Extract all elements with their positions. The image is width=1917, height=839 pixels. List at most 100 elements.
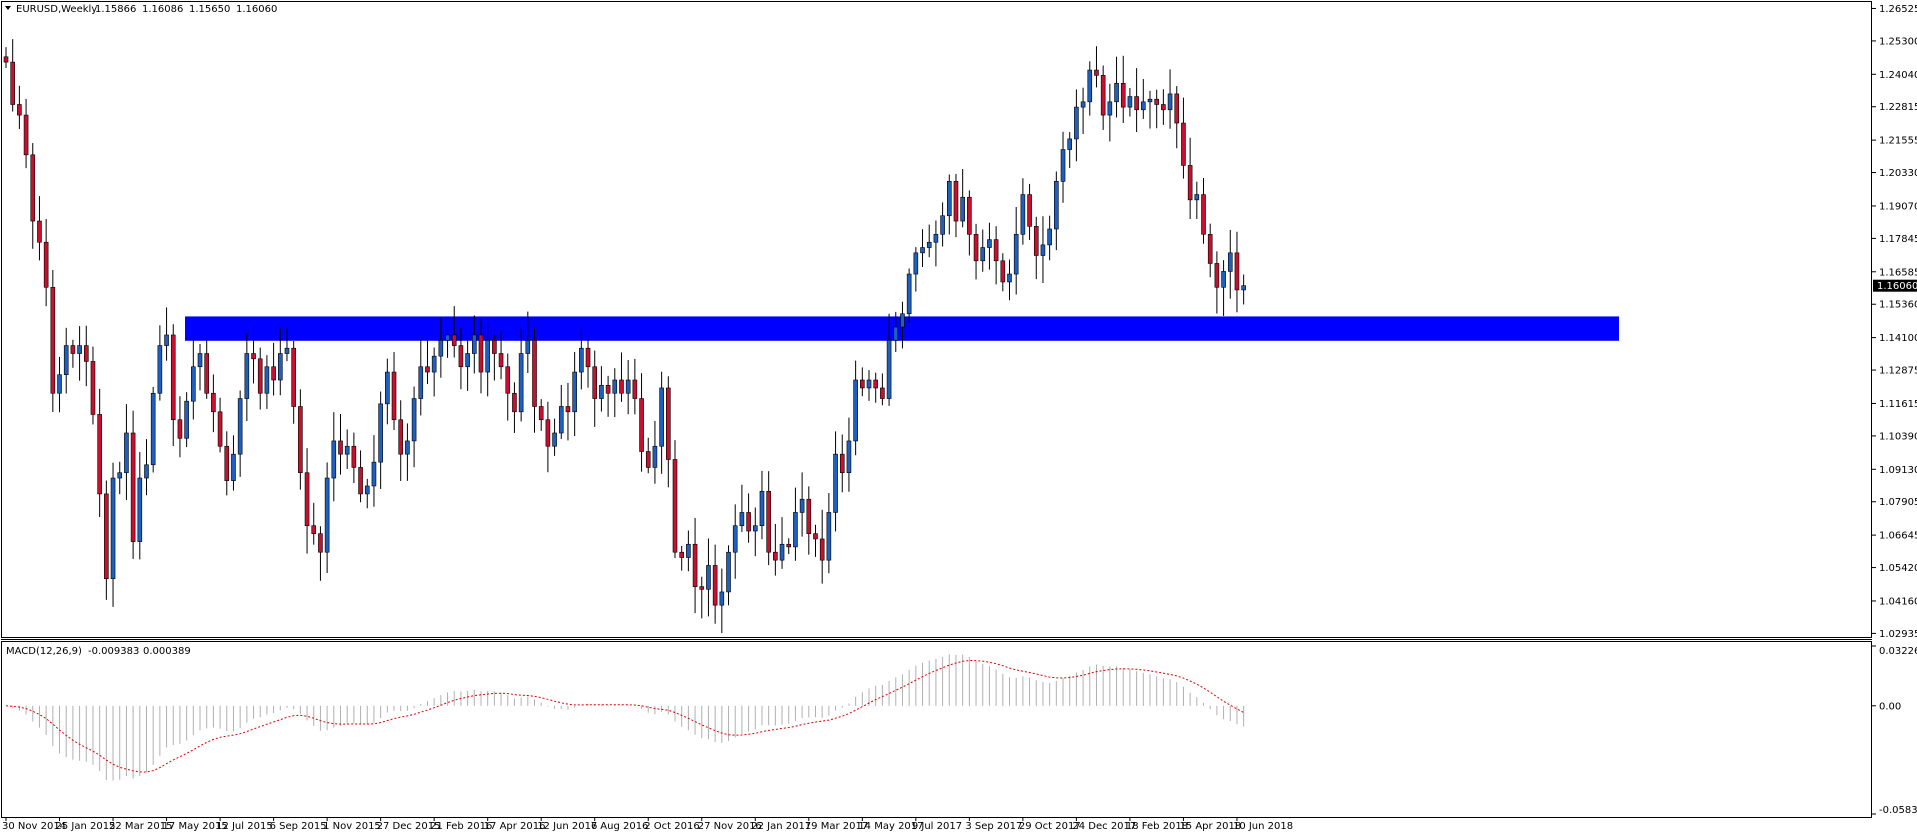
candle-body: [1013, 233, 1019, 275]
time-tick-label: 9 Jul 2017: [912, 821, 962, 832]
candle-body: [351, 445, 357, 468]
chart-background: [0, 0, 1917, 839]
candle-body: [866, 379, 872, 389]
candle-body: [1040, 244, 1046, 256]
time-tick-label: 6 Sep 2015: [270, 821, 327, 832]
candle-body: [1107, 101, 1113, 116]
candle-body: [164, 334, 169, 346]
candle-body: [405, 440, 410, 455]
candle-body: [1033, 226, 1039, 256]
price-tick-label: 1.12875: [1879, 366, 1917, 377]
candle-body: [211, 392, 216, 413]
candle-body: [1141, 101, 1146, 111]
candle-body: [612, 379, 618, 394]
price-tick-label: 1.11615: [1879, 399, 1917, 410]
candle-body: [592, 366, 598, 399]
candle-body: [110, 477, 116, 579]
candle-body: [150, 392, 156, 466]
candle-body: [926, 241, 932, 248]
candle-body: [63, 345, 69, 376]
candle-body: [779, 543, 785, 561]
candle-body: [144, 464, 149, 479]
candle-body: [993, 239, 999, 262]
candle-body: [191, 366, 196, 402]
candle-body: [960, 196, 965, 222]
candle-body: [666, 387, 671, 460]
price-tick-label: 1.07905: [1879, 497, 1917, 508]
macd-main-value: -0.009383: [88, 646, 139, 657]
candle-body: [1067, 138, 1073, 150]
candle-body: [752, 525, 758, 532]
candle-body: [786, 543, 792, 548]
candle-body: [37, 220, 42, 243]
candle-body: [137, 477, 143, 542]
header-symbol: EURUSD,Weekly: [16, 4, 97, 15]
price-tick-label: 1.20330: [1879, 168, 1917, 179]
price-tick-label: 1.16585: [1879, 267, 1917, 278]
price-tick-label: 1.26525: [1879, 4, 1917, 15]
candle-body: [498, 353, 504, 368]
candle-body: [726, 551, 731, 593]
candle-body: [913, 252, 919, 275]
macd-label: MACD(12,26,9): [6, 646, 82, 657]
price-tick-label: 1.19070: [1879, 201, 1917, 212]
time-tick-label: 12 Jun 2016: [537, 821, 597, 832]
candle-body: [893, 326, 899, 341]
candle-body: [3, 56, 9, 63]
candle-body: [906, 273, 912, 315]
candle-body: [933, 233, 939, 243]
candle-body: [846, 440, 852, 474]
candle-body: [1054, 181, 1059, 230]
candle-body: [17, 104, 22, 116]
candle-body: [1207, 233, 1213, 264]
candle-body: [1134, 96, 1139, 111]
candle-body: [492, 339, 497, 354]
time-tick-label: 25 Jan 2015: [56, 821, 116, 832]
candle-body: [324, 477, 330, 553]
candle-body: [545, 419, 551, 447]
candle-body: [1174, 93, 1180, 124]
candle-body: [518, 353, 524, 413]
time-tick-label: 1 Nov 2015: [323, 821, 381, 832]
candle-body: [411, 398, 417, 442]
price-tick-label: 1.06645: [1879, 531, 1917, 542]
price-tick-label: 1.14100: [1879, 333, 1917, 344]
candle-body: [806, 498, 812, 534]
candle-body: [298, 406, 303, 474]
candle-body: [1241, 285, 1246, 291]
candle-body: [940, 215, 945, 235]
candle-body: [565, 406, 571, 413]
candle-body: [512, 392, 517, 413]
candle-body: [1100, 75, 1106, 116]
candle-body: [231, 453, 236, 481]
candle-body: [987, 239, 992, 248]
candle-body: [204, 353, 209, 394]
candle-body: [585, 347, 591, 368]
macd-signal-value: 0.000389: [143, 646, 191, 657]
candle-body: [1120, 82, 1126, 108]
candle-body: [217, 411, 223, 447]
candle-body: [1020, 194, 1026, 235]
header-open: 1.15866: [95, 4, 136, 15]
candle-body: [532, 339, 537, 407]
candle-body: [1114, 82, 1119, 103]
candle-body: [418, 366, 424, 399]
candle-body: [458, 345, 464, 368]
candle-body: [739, 512, 745, 527]
candle-body: [364, 485, 370, 495]
candle-body: [445, 334, 450, 341]
time-tick-label: 2 Oct 2016: [644, 821, 699, 832]
candle-body: [244, 353, 250, 399]
candle-body: [237, 398, 243, 455]
candle-body: [1214, 263, 1220, 288]
candle-body: [1201, 194, 1206, 235]
candle-body: [438, 339, 444, 357]
candle-body: [291, 347, 296, 407]
candle-body: [251, 353, 256, 360]
candle-body: [860, 379, 865, 389]
candle-body: [465, 353, 470, 368]
candle-body: [706, 565, 711, 590]
candle-body: [311, 525, 317, 534]
candle-body: [632, 379, 638, 399]
candle-body: [1221, 271, 1226, 288]
